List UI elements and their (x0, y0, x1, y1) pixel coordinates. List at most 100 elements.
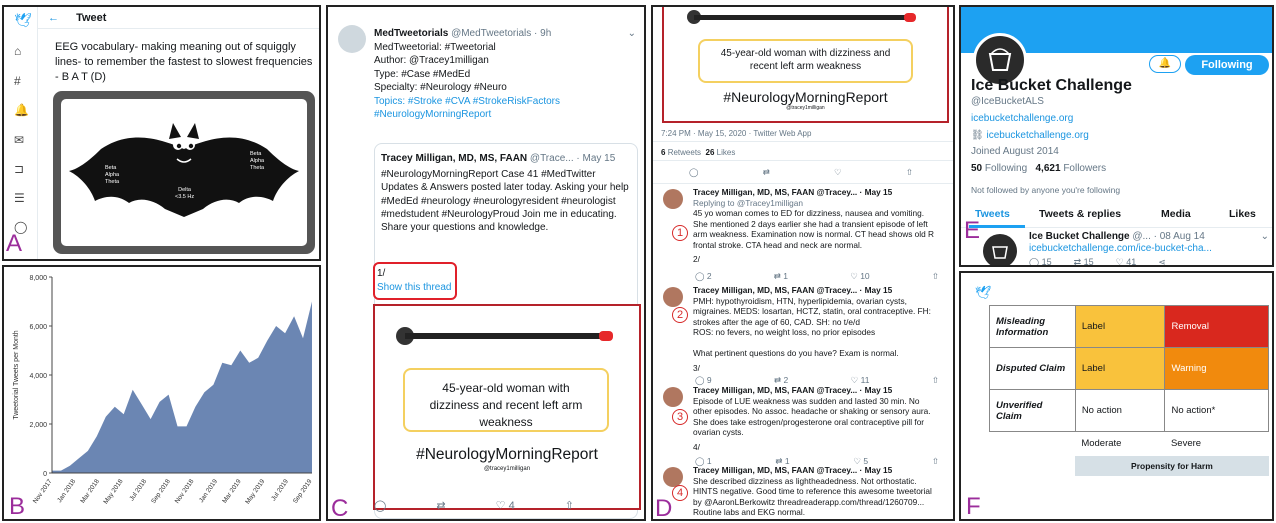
tab-media[interactable]: Media (1161, 208, 1191, 220)
tweet-timestamp: 7:24 PM · May 15, 2020 · Twitter Web App (661, 129, 812, 138)
x-tick-label: Nov 2017 (32, 478, 54, 505)
reply-count: 2 (706, 271, 712, 281)
tweet-link[interactable]: icebucketchallenge.com/ice-bucket-cha... (1029, 243, 1212, 254)
panel-f: 🕊 Misleading Information Label Removal D… (959, 271, 1274, 521)
avatar[interactable] (663, 189, 683, 209)
like-count: 41 (1126, 257, 1137, 267)
y-axis-label: Tweetorial Tweets per Month (13, 330, 20, 419)
thread-tweet[interactable]: 1 Tracey Milligan, MD, MS, FAAN @Tracey.… (659, 187, 949, 282)
tab-tweets[interactable]: Tweets (975, 208, 1010, 220)
bookmarks-icon[interactable]: ⊐ (14, 162, 24, 176)
case-card-image[interactable]: 45-year-old woman with dizziness and rec… (662, 7, 949, 123)
like-icon[interactable]: ♡ 11 (851, 375, 870, 386)
panel-a: 🕊 ⌂ # 🔔 ✉ ⊐ ☰ ◯ ← Tweet EEG vocabulary- … (2, 5, 321, 261)
case-handle: @tracey1milligan (483, 466, 531, 472)
chevron-down-icon[interactable]: ⌄ (628, 27, 636, 40)
x-tick-label: Jul 2019 (270, 478, 290, 502)
tweet-number-marker: 2 (672, 307, 688, 323)
row-label: Disputed Claim (989, 347, 1076, 390)
like-count: 10 (860, 271, 870, 281)
retweet-icon[interactable]: ⇄ 2 (774, 375, 788, 386)
tweetorial-area-chart: 02,0004,0006,0008,000Nov 2017 Jan 2018 Mar… (13, 275, 314, 506)
reply-icon[interactable]: ◯ 2 (695, 271, 712, 282)
reply-icon[interactable]: ◯ 15 (1029, 257, 1052, 267)
cell-severe: Removal (1164, 305, 1269, 348)
y-tick-label: 6,000 (29, 324, 47, 331)
author-name[interactable]: MedTweetorials (374, 28, 448, 39)
reply-icon[interactable]: ◯ (374, 499, 386, 512)
share-icon[interactable]: ⇧ (906, 167, 913, 178)
chevron-down-icon[interactable]: ⌄ (1261, 231, 1269, 242)
share-icon[interactable]: ⋖ (1158, 257, 1166, 265)
col-header-severe: Severe (1170, 438, 1202, 450)
thread-tweet[interactable]: 2 Tracey Milligan, MD, MS, FAAN @Tracey.… (659, 285, 949, 385)
y-tick-label: 0 (43, 471, 47, 478)
twitter-bird-icon: 🕊 (975, 285, 992, 300)
website-link[interactable]: icebucketchallenge.org (986, 130, 1088, 141)
lists-icon[interactable]: ☰ (14, 191, 25, 205)
bat-left-wing-label: Beta Alpha Theta (105, 165, 120, 185)
like-icon[interactable]: ♡ 41 (1116, 257, 1137, 267)
x-tick-label: Jan 2019 (198, 478, 219, 504)
thread-count: 3/ (693, 362, 700, 373)
panel-c: MedTweetorials @MedTweetorials · 9h ⌄ Me… (326, 5, 646, 521)
reply-count: 15 (1041, 257, 1052, 267)
thread-tweet[interactable]: 4 Tracey Milligan, MD, MS, FAAN @Tracey.… (659, 465, 949, 519)
tweet-image[interactable]: Beta Alpha Theta Beta Alpha Theta Delta … (53, 91, 315, 254)
x-tick-label: Jul 2018 (128, 478, 148, 502)
share-icon[interactable]: ⇧ (932, 375, 939, 386)
like-label[interactable]: Likes (717, 148, 736, 157)
back-arrow-icon[interactable]: ← (48, 12, 59, 24)
tweet-header: ← Tweet (38, 7, 319, 29)
cell-severe: No action* (1164, 389, 1269, 432)
thread-highlight (373, 262, 457, 300)
show-thread-link[interactable]: Show this thread (377, 282, 452, 293)
explore-hash-icon[interactable]: # (14, 74, 21, 88)
followers-label[interactable]: Followers (1063, 163, 1106, 174)
tab-tweets-replies[interactable]: Tweets & replies (1039, 208, 1121, 220)
cell-moderate: Label (1074, 347, 1166, 390)
notifications-toggle-icon[interactable]: 🔔 (1149, 55, 1181, 73)
like-icon[interactable]: ♡ (834, 167, 842, 178)
twitter-bird-icon[interactable]: 🕊 (14, 12, 32, 29)
tweet-head: Tracey Milligan, MD, MS, FAAN @Tracey...… (693, 465, 893, 475)
retweet-icon[interactable]: ⇄ 15 (1074, 257, 1094, 265)
thread-tweet[interactable]: 3 Tracey Milligan, MD, MS, FAAN @Tracey.… (659, 385, 949, 466)
share-icon[interactable]: ⇧ (932, 271, 939, 282)
tweet-text: PMH: hypothyroidism, HTN, hyperlipidemia… (693, 295, 931, 359)
tweet-avatar[interactable] (983, 234, 1017, 265)
retweet-icon[interactable]: ⇄ (763, 167, 770, 178)
retweet-icon[interactable]: ⇄ (436, 499, 445, 512)
case-card-image[interactable]: 45-year-old woman with dizziness and rec… (373, 304, 641, 510)
bio-link[interactable]: icebucketchallenge.org (971, 113, 1073, 124)
tab-likes[interactable]: Likes (1229, 208, 1256, 220)
messages-icon[interactable]: ✉ (14, 133, 24, 147)
tweet-line[interactable]: Topics: #Stroke #CVA #StrokeRiskFactors (374, 95, 642, 108)
following-button[interactable]: Following (1185, 55, 1269, 75)
reply-icon[interactable]: ◯ (689, 167, 699, 178)
retweet-count: 1 (783, 271, 789, 281)
like-icon[interactable]: ♡ 10 (850, 271, 869, 282)
share-icon[interactable]: ⇧ (565, 499, 574, 512)
avatar[interactable] (338, 25, 366, 53)
case-description: 45-year-old woman with dizziness and rec… (698, 39, 913, 83)
not-followed-note: Not followed by anyone you're following (971, 185, 1121, 195)
retweet-icon[interactable]: ⇄ 1 (774, 271, 788, 282)
reply-to: Replying to @Tracey1milligan (693, 197, 804, 208)
like-icon[interactable]: ♡ (496, 500, 506, 512)
reply-icon[interactable]: ◯ 9 (695, 375, 712, 386)
retweet-label[interactable]: Retweets (668, 148, 701, 157)
cell-moderate: Label (1074, 305, 1166, 348)
tweet-line[interactable]: #NeurologyMorningReport (374, 108, 642, 121)
notifications-bell-icon[interactable]: 🔔 (14, 103, 29, 117)
avatar[interactable] (663, 387, 683, 407)
quoted-tweet[interactable]: Tracey Milligan, MD, MS, FAAN @Trace... … (373, 143, 641, 519)
home-icon[interactable]: ⌂ (14, 44, 21, 58)
panel-label-f: F (966, 493, 981, 520)
avatar[interactable] (663, 467, 683, 487)
ice-bucket-icon (992, 246, 1008, 259)
quote-handle: @Trace... · May 15 (529, 153, 616, 164)
following-label[interactable]: Following (985, 163, 1027, 174)
profile-handle: @IceBucketALS (971, 96, 1044, 107)
avatar[interactable] (663, 287, 683, 307)
